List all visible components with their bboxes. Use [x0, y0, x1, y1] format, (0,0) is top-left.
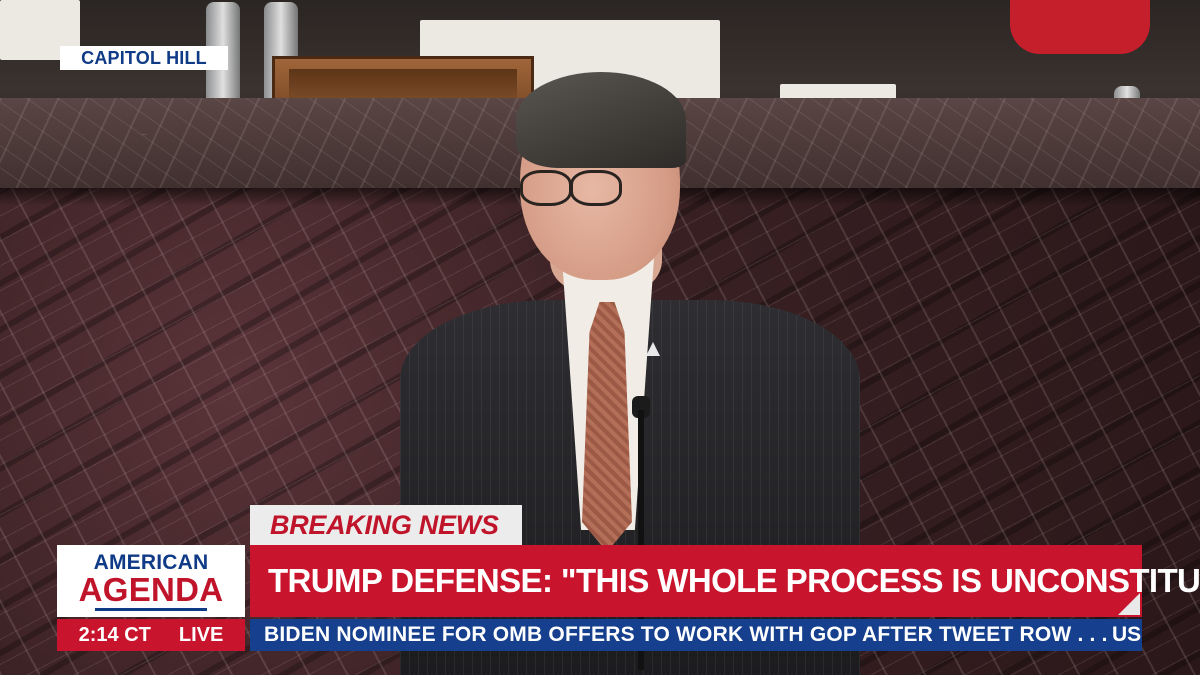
glasses	[518, 170, 638, 206]
headline-text: TRUMP DEFENSE: "THIS WHOLE PROCESS IS UN…	[268, 562, 1200, 599]
location-label: CAPITOL HILL	[81, 47, 207, 68]
broadcast-frame: CAPITOL HILL BREAKING NEWS AMERICAN AGEN…	[0, 0, 1200, 675]
hair	[516, 72, 686, 168]
logo-underline	[95, 607, 207, 611]
logo-line-agenda: AGENDA	[78, 570, 224, 608]
necktie	[582, 302, 632, 552]
live-badge: LIVE	[178, 623, 224, 646]
logo-line-american: AMERICAN	[93, 550, 209, 574]
ticker-text: BIDEN NOMINEE FOR OMB OFFERS TO WORK WIT…	[264, 623, 1108, 646]
headline-bar: TRUMP DEFENSE: "THIS WHOLE PROCESS IS UN…	[250, 545, 1200, 617]
clock-time: 2:14 CT	[78, 623, 151, 646]
breaking-news-label: BREAKING NEWS	[270, 509, 499, 540]
clock-box: 2:14 CT LIVE	[57, 619, 245, 651]
location-tag: CAPITOL HILL	[60, 46, 228, 70]
show-logo: AMERICAN AGENDA	[57, 545, 245, 617]
breaking-news-tab: BREAKING NEWS	[250, 505, 522, 545]
headline-corner-accent	[1118, 593, 1140, 615]
ticker-next-item: US	[1112, 623, 1142, 646]
background-person	[1010, 0, 1150, 54]
news-ticker: BIDEN NOMINEE FOR OMB OFFERS TO WORK WIT…	[250, 619, 1142, 651]
